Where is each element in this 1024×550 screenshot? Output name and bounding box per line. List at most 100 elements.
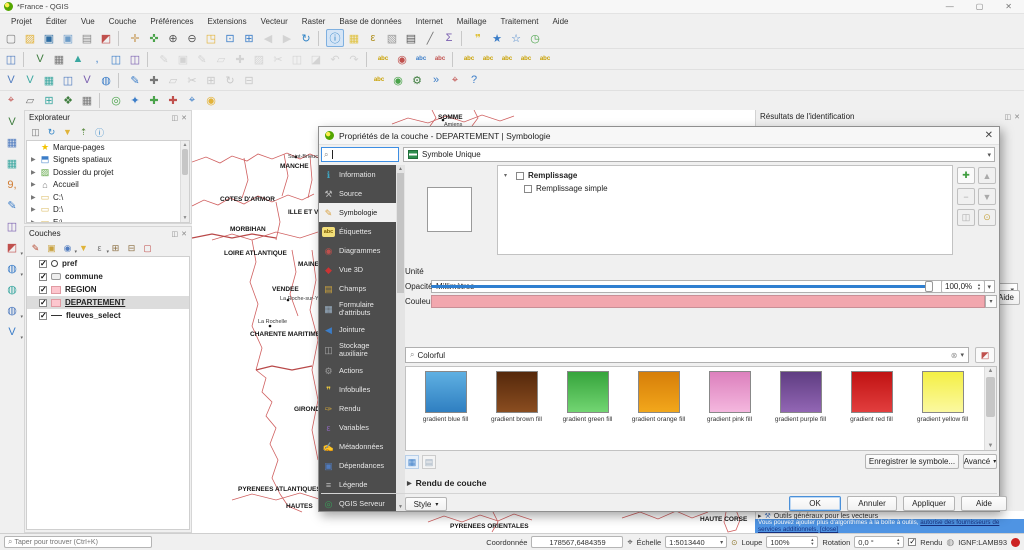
coordinate-capture-icon[interactable]: ⌖: [183, 92, 201, 110]
dialog-tab-legend[interactable]: ≡ Légende: [319, 475, 396, 494]
open-attribute-table-icon[interactable]: ▤: [402, 29, 420, 47]
metasearch-icon[interactable]: ◍: [97, 71, 115, 89]
list-view-toggle[interactable]: ▤: [422, 455, 436, 469]
menu-item[interactable]: Éditer: [39, 17, 74, 26]
zoom-to-selection-icon[interactable]: ⊡: [221, 29, 239, 47]
raster-calculator-icon[interactable]: ▦: [78, 92, 96, 110]
statistics-icon[interactable]: Σ: [440, 29, 458, 47]
pin-labels-icon[interactable]: abc: [412, 50, 430, 68]
spinner-arrows-icon[interactable]: ▲▼: [896, 538, 900, 546]
add-wfs-layer-icon[interactable]: V: [21, 71, 39, 89]
dialog-tab-symbology[interactable]: ✎ Symbologie: [319, 203, 396, 222]
change-label-icon[interactable]: abc: [536, 50, 554, 68]
measure-area-icon[interactable]: ▱: [21, 92, 39, 110]
symbol-swatch[interactable]: gradient blue fill: [410, 371, 481, 450]
scrollbar-thumb[interactable]: [986, 377, 995, 417]
crs-value[interactable]: IGNF:LAMB93: [958, 538, 1007, 547]
add-group-icon[interactable]: ▣: [45, 242, 58, 255]
menu-item[interactable]: Maillage: [450, 17, 494, 26]
dialog-titlebar[interactable]: Propriétés de la couche - DEPARTEMENT | …: [319, 127, 999, 145]
toolbox-group-row[interactable]: ▸ ⚒ Outils généraux pour les vecteurs: [756, 511, 1024, 519]
advanced-digitizing-icon[interactable]: ✚: [145, 71, 163, 89]
dialog-tab-variables[interactable]: ε Variables: [319, 418, 396, 437]
remove-layer-icon[interactable]: ▢: [141, 242, 154, 255]
expand-arrow-icon[interactable]: ▾: [504, 172, 512, 179]
move-down-symbol-layer-button[interactable]: ▼: [978, 188, 996, 205]
symbol-swatch[interactable]: gradient brown fill: [481, 371, 552, 450]
menu-item[interactable]: Internet: [409, 17, 450, 26]
scroll-up-icon[interactable]: ▲: [396, 166, 405, 172]
add-mesh-dock-icon[interactable]: ▦: [3, 155, 21, 172]
layer-visibility-checkbox[interactable]: [39, 273, 47, 281]
cancel-button[interactable]: Annuler: [847, 496, 897, 511]
dialog-close-icon[interactable]: ✕: [985, 130, 993, 141]
layer-item[interactable]: commune: [27, 270, 189, 283]
browser-tree-item[interactable]: ▶ ▨ Dossier du projet: [27, 166, 189, 179]
filter-by-expression-icon[interactable]: ε ▾: [93, 242, 106, 255]
temporal-controller-icon[interactable]: ◷: [526, 29, 544, 47]
icon-view-toggle[interactable]: ▦: [405, 455, 419, 469]
add-wfs-dock-icon[interactable]: ◍ ▾: [3, 302, 21, 319]
toolbar-icon[interactable]: [461, 31, 466, 46]
mouse-position-icon[interactable]: ⌖: [627, 537, 632, 548]
scroll-down-icon[interactable]: ▼: [985, 443, 996, 449]
new-print-layout-icon[interactable]: ▤: [78, 29, 96, 47]
dialog-tab-information[interactable]: ℹ Information: [319, 165, 396, 184]
browser-tree-item[interactable]: ▶ ▭ C:\: [27, 191, 189, 204]
clear-icon[interactable]: ⊗: [951, 351, 958, 360]
grass-tools-icon[interactable]: ❖: [59, 92, 77, 110]
magnifier-field[interactable]: 100% ▲▼: [766, 536, 818, 548]
dialog-tab-actions[interactable]: ⚙ Actions: [319, 361, 396, 380]
add-virtual-layer-icon[interactable]: V: [78, 71, 96, 89]
remove-symbol-layer-button[interactable]: −: [957, 188, 975, 205]
style-menu-button[interactable]: Style ▾: [405, 497, 447, 511]
osm-search-icon[interactable]: ⌖: [446, 71, 464, 89]
layer-item[interactable]: DEPARTEMENT: [27, 296, 189, 309]
add-mesh-layer-icon[interactable]: ▲: [69, 50, 87, 68]
menu-item[interactable]: Aide: [545, 17, 575, 26]
add-delimited-text-dock-icon[interactable]: 9,: [3, 176, 21, 193]
deselect-features-icon[interactable]: ▧: [383, 29, 401, 47]
show-bookmarks-icon[interactable]: ☆: [507, 29, 525, 47]
toolbar-icon[interactable]: [118, 31, 123, 46]
toolbar-icon[interactable]: [118, 73, 123, 88]
layer-visibility-checkbox[interactable]: [39, 299, 47, 307]
georeferencer-icon[interactable]: ⊞: [40, 92, 58, 110]
zoom-in-icon[interactable]: ⊕: [164, 29, 182, 47]
pan-to-selection-icon[interactable]: ✜: [145, 29, 163, 47]
add-xyz-dock-icon[interactable]: ◍: [3, 281, 21, 298]
opacity-slider-handle[interactable]: [925, 281, 933, 292]
move-up-symbol-layer-button[interactable]: ▲: [978, 167, 996, 184]
scroll-up-icon[interactable]: ▲: [181, 142, 189, 148]
save-project-icon[interactable]: ▣: [40, 29, 58, 47]
color-dropdown-button[interactable]: ▾: [985, 295, 997, 308]
add-vertex-red-icon[interactable]: ✚: [164, 92, 182, 110]
paste-features-icon[interactable]: ◪: [307, 50, 325, 68]
processing-toolbox-icon[interactable]: ⚙: [408, 71, 426, 89]
add-selected-layers-icon[interactable]: ◫: [29, 126, 42, 139]
layer-item[interactable]: fleuves_select: [27, 309, 189, 322]
menu-item[interactable]: Préférences: [143, 17, 200, 26]
map-tips-icon[interactable]: ❞: [469, 29, 487, 47]
open-project-icon[interactable]: ▨: [21, 29, 39, 47]
filter-legend-icon[interactable]: ▼: [77, 242, 90, 255]
refresh-map-icon[interactable]: ↻: [297, 29, 315, 47]
dialog-tab-metadata[interactable]: ✍ Métadonnées: [319, 437, 396, 456]
menu-item[interactable]: Extensions: [200, 17, 253, 26]
zoom-out-icon[interactable]: ⊖: [183, 29, 201, 47]
reshape-features-icon[interactable]: ▱: [164, 71, 182, 89]
move-label-icon[interactable]: abc: [498, 50, 516, 68]
dialog-tab-search[interactable]: ⌕: [321, 147, 399, 162]
layer-diagram-icon[interactable]: ◉: [393, 50, 411, 68]
scroll-down-icon[interactable]: ▼: [396, 504, 405, 510]
quickosm-icon[interactable]: ◎: [107, 92, 125, 110]
dialog-tab-dependencies[interactable]: ▣ Dépendances: [319, 456, 396, 475]
filter-browser-icon[interactable]: ▼: [61, 126, 74, 139]
data-source-manager-dock-icon[interactable]: V: [3, 113, 21, 130]
scrollbar-thumb[interactable]: [397, 173, 404, 293]
symbol-swatch[interactable]: gradient pink fill: [694, 371, 765, 450]
duplicate-symbol-layer-button[interactable]: ◫: [957, 209, 975, 226]
style-filter-box[interactable]: ⌕ Colorful ⊗ ▾: [405, 347, 969, 363]
dialog-tab-source[interactable]: ⚒ Source: [319, 184, 396, 203]
sidebar-scrollbar[interactable]: ▲ ▼: [396, 165, 405, 511]
